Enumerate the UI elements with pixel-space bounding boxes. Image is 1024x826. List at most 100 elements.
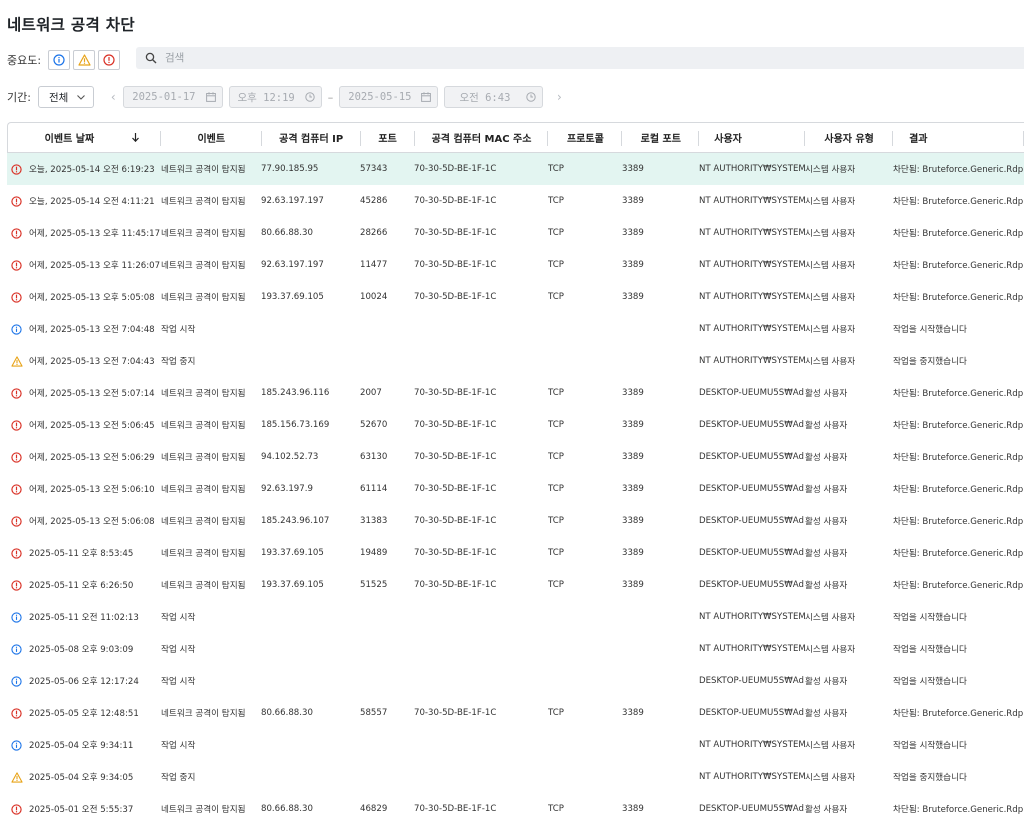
ip-cell: 94.102.52.73 bbox=[261, 452, 319, 462]
table-row[interactable]: 2025-05-11 오후 6:26:50 네트워크 공격이 탐지됨 193.37.… bbox=[7, 569, 1024, 601]
period-select[interactable]: 전체 bbox=[37, 86, 95, 108]
ip-cell: 92.63.197.9 bbox=[261, 484, 313, 494]
user-type-cell: 활성 사용자 bbox=[805, 549, 848, 559]
column-header-user[interactable]: 사용자 bbox=[699, 123, 806, 152]
date-cell: 2025-05-04 오후 9:34:11 bbox=[7, 739, 160, 751]
table-row[interactable]: 2025-05-06 오후 12:17:24 작업 시작 DESKTOP-UEUMU… bbox=[7, 665, 1024, 697]
search-box bbox=[136, 47, 1024, 69]
error-icon bbox=[103, 54, 115, 66]
error-icon bbox=[11, 195, 23, 207]
event-cell: 작업 중지 bbox=[161, 357, 196, 367]
mac-cell: 70-30-5D-BE-1F-1C bbox=[414, 196, 497, 206]
user-cell: NT AUTHORITY₩SYSTEM bbox=[699, 612, 805, 622]
port-cell: 52670 bbox=[360, 420, 388, 430]
event-cell: 네트워크 공격이 탐지됨 bbox=[161, 293, 246, 303]
user-type-cell: 활성 사용자 bbox=[805, 389, 848, 399]
table-row[interactable]: 오늘, 2025-05-14 오전 6:19:23 네트워크 공격이 탐지됨 77.… bbox=[7, 153, 1024, 185]
table-row[interactable]: 2025-05-05 오후 12:48:51 네트워크 공격이 탐지됨 80.66.… bbox=[7, 697, 1024, 729]
mac-cell: 70-30-5D-BE-1F-1C bbox=[414, 516, 497, 526]
end-date-field[interactable]: 2025-05-15 bbox=[339, 86, 439, 108]
mac-cell: 70-30-5D-BE-1F-1C bbox=[414, 580, 497, 590]
severity-error-toggle[interactable] bbox=[98, 50, 121, 70]
port-cell: 2007 bbox=[360, 388, 382, 398]
event-cell: 네트워크 공격이 탐지됨 bbox=[161, 197, 246, 207]
date-cell: 2025-05-04 오후 9:34:05 bbox=[7, 771, 160, 783]
column-header-event-date[interactable]: 이벤트 날짜 bbox=[8, 123, 161, 152]
severity-info-toggle[interactable] bbox=[48, 50, 71, 70]
column-header-protocol[interactable]: 프로토콜 bbox=[548, 123, 623, 152]
start-date-field[interactable]: 2025-01-17 bbox=[123, 86, 223, 108]
table-row[interactable]: 어제, 2025-05-13 오전 5:06:08 네트워크 공격이 탐지됨 185… bbox=[7, 505, 1024, 537]
user-cell: DESKTOP-UEUMU5S₩Ad bbox=[699, 484, 804, 494]
ip-cell: 92.63.197.197 bbox=[261, 260, 324, 270]
ip-cell: 80.66.88.30 bbox=[261, 228, 313, 238]
result-cell: 작업을 시작했습니다 bbox=[893, 677, 967, 687]
local-port-cell: 3389 bbox=[622, 484, 644, 494]
date-text: 어제, 2025-05-13 오전 5:07:14 bbox=[29, 389, 155, 399]
column-header-attacker-mac[interactable]: 공격 컴퓨터 MAC 주소 bbox=[415, 123, 549, 152]
user-cell: NT AUTHORITY₩SYSTEM bbox=[699, 740, 805, 750]
column-header-attacker-ip[interactable]: 공격 컴퓨터 IP bbox=[262, 123, 361, 152]
table-row[interactable]: 어제, 2025-05-13 오후 11:26:07 네트워크 공격이 탐지됨 92… bbox=[7, 249, 1024, 281]
table-row[interactable]: 어제, 2025-05-13 오전 7:04:43 작업 중지 NT AUTHORI… bbox=[7, 345, 1024, 377]
page-title: 네트워크 공격 차단 bbox=[7, 16, 135, 34]
severity-warning-toggle[interactable] bbox=[73, 50, 96, 70]
next-period-icon[interactable]: › bbox=[552, 90, 566, 104]
table-row[interactable]: 어제, 2025-05-13 오후 5:05:08 네트워크 공격이 탐지됨 193… bbox=[7, 281, 1024, 313]
column-header-port[interactable]: 포트 bbox=[361, 123, 415, 152]
previous-period-icon[interactable]: ‹ bbox=[106, 90, 120, 104]
port-cell: 45286 bbox=[360, 196, 388, 206]
date-cell: 2025-05-11 오전 11:02:13 bbox=[7, 611, 160, 623]
table-row[interactable]: 어제, 2025-05-13 오전 5:06:29 네트워크 공격이 탐지됨 94.… bbox=[7, 441, 1024, 473]
table-row[interactable]: 오늘, 2025-05-14 오전 4:11:21 네트워크 공격이 탐지됨 92.… bbox=[7, 185, 1024, 217]
column-header-result[interactable]: 결과 bbox=[893, 123, 1024, 152]
date-text: 2025-05-04 오후 9:34:11 bbox=[29, 741, 134, 751]
table-row[interactable]: 2025-05-08 오후 9:03:09 작업 시작 NT AUTHORITY₩S… bbox=[7, 633, 1024, 665]
date-cell: 어제, 2025-05-13 오후 11:45:17 bbox=[7, 227, 160, 239]
table-row[interactable]: 어제, 2025-05-13 오전 5:06:45 네트워크 공격이 탐지됨 185… bbox=[7, 409, 1024, 441]
event-cell: 네트워크 공격이 탐지됨 bbox=[161, 517, 246, 527]
result-cell: 차단됨: Bruteforce.Generic.Rdp.a bbox=[893, 485, 1024, 495]
date-text: 어제, 2025-05-13 오후 11:26:07 bbox=[29, 261, 160, 271]
local-port-cell: 3389 bbox=[622, 804, 644, 814]
error-icon bbox=[11, 387, 23, 399]
local-port-cell: 3389 bbox=[622, 196, 644, 206]
error-icon bbox=[11, 547, 23, 559]
user-type-cell: 시스템 사용자 bbox=[805, 357, 856, 367]
table-row[interactable]: 2025-05-11 오전 11:02:13 작업 시작 NT AUTHORITY₩… bbox=[7, 601, 1024, 633]
user-type-cell: 시스템 사용자 bbox=[805, 613, 856, 623]
date-cell: 2025-05-06 오후 12:17:24 bbox=[7, 675, 160, 687]
arrow-down-icon bbox=[131, 123, 139, 152]
protocol-cell: TCP bbox=[548, 452, 564, 462]
table-row[interactable]: 2025-05-04 오후 9:34:05 작업 중지 NT AUTHORITY₩S… bbox=[7, 761, 1024, 793]
user-type-cell: 시스템 사용자 bbox=[805, 645, 856, 655]
port-cell: 46829 bbox=[360, 804, 388, 814]
date-cell: 어제, 2025-05-13 오전 7:04:43 bbox=[7, 355, 160, 367]
severity-filter: 중요도: bbox=[7, 49, 123, 71]
start-time-field[interactable]: 오후 12:19 bbox=[228, 86, 322, 108]
date-text: 2025-05-11 오후 6:26:50 bbox=[29, 581, 134, 591]
date-cell: 어제, 2025-05-13 오전 5:06:45 bbox=[7, 419, 160, 431]
table-row[interactable]: 어제, 2025-05-13 오후 11:45:17 네트워크 공격이 탐지됨 80… bbox=[7, 217, 1024, 249]
search-input[interactable] bbox=[163, 51, 767, 65]
event-cell: 네트워크 공격이 탐지됨 bbox=[161, 229, 246, 239]
result-cell: 차단됨: Bruteforce.Generic.Rdp.d bbox=[893, 805, 1024, 815]
table-row[interactable]: 2025-05-11 오후 8:53:45 네트워크 공격이 탐지됨 193.37.… bbox=[7, 537, 1024, 569]
end-time-field[interactable]: 오전 6:43 bbox=[444, 86, 544, 108]
column-header-event[interactable]: 이벤트 bbox=[161, 123, 262, 152]
table-row[interactable]: 어제, 2025-05-13 오전 7:04:48 작업 시작 NT AUTHORI… bbox=[7, 313, 1024, 345]
column-header-user-type[interactable]: 사용자 유형 bbox=[805, 123, 894, 152]
column-header-local-port[interactable]: 로컬 포트 bbox=[622, 123, 700, 152]
info-icon bbox=[11, 643, 23, 655]
period-select-value: 전체 bbox=[48, 91, 69, 104]
protocol-cell: TCP bbox=[548, 548, 564, 558]
table-row[interactable]: 어제, 2025-05-13 오전 5:06:10 네트워크 공격이 탐지됨 92.… bbox=[7, 473, 1024, 505]
result-cell: 차단됨: Bruteforce.Generic.Rdp.a bbox=[893, 197, 1024, 207]
result-cell: 작업을 중지했습니다 bbox=[893, 773, 967, 783]
table-row[interactable]: 어제, 2025-05-13 오전 5:07:14 네트워크 공격이 탐지됨 185… bbox=[7, 377, 1024, 409]
result-cell: 차단됨: Bruteforce.Generic.Rdp.a bbox=[893, 421, 1024, 431]
user-type-cell: 활성 사용자 bbox=[805, 805, 848, 815]
mac-cell: 70-30-5D-BE-1F-1C bbox=[414, 452, 497, 462]
user-cell: NT AUTHORITY₩SYSTEM bbox=[699, 644, 805, 654]
table-row[interactable]: 2025-05-04 오후 9:34:11 작업 시작 NT AUTHORITY₩S… bbox=[7, 729, 1024, 761]
